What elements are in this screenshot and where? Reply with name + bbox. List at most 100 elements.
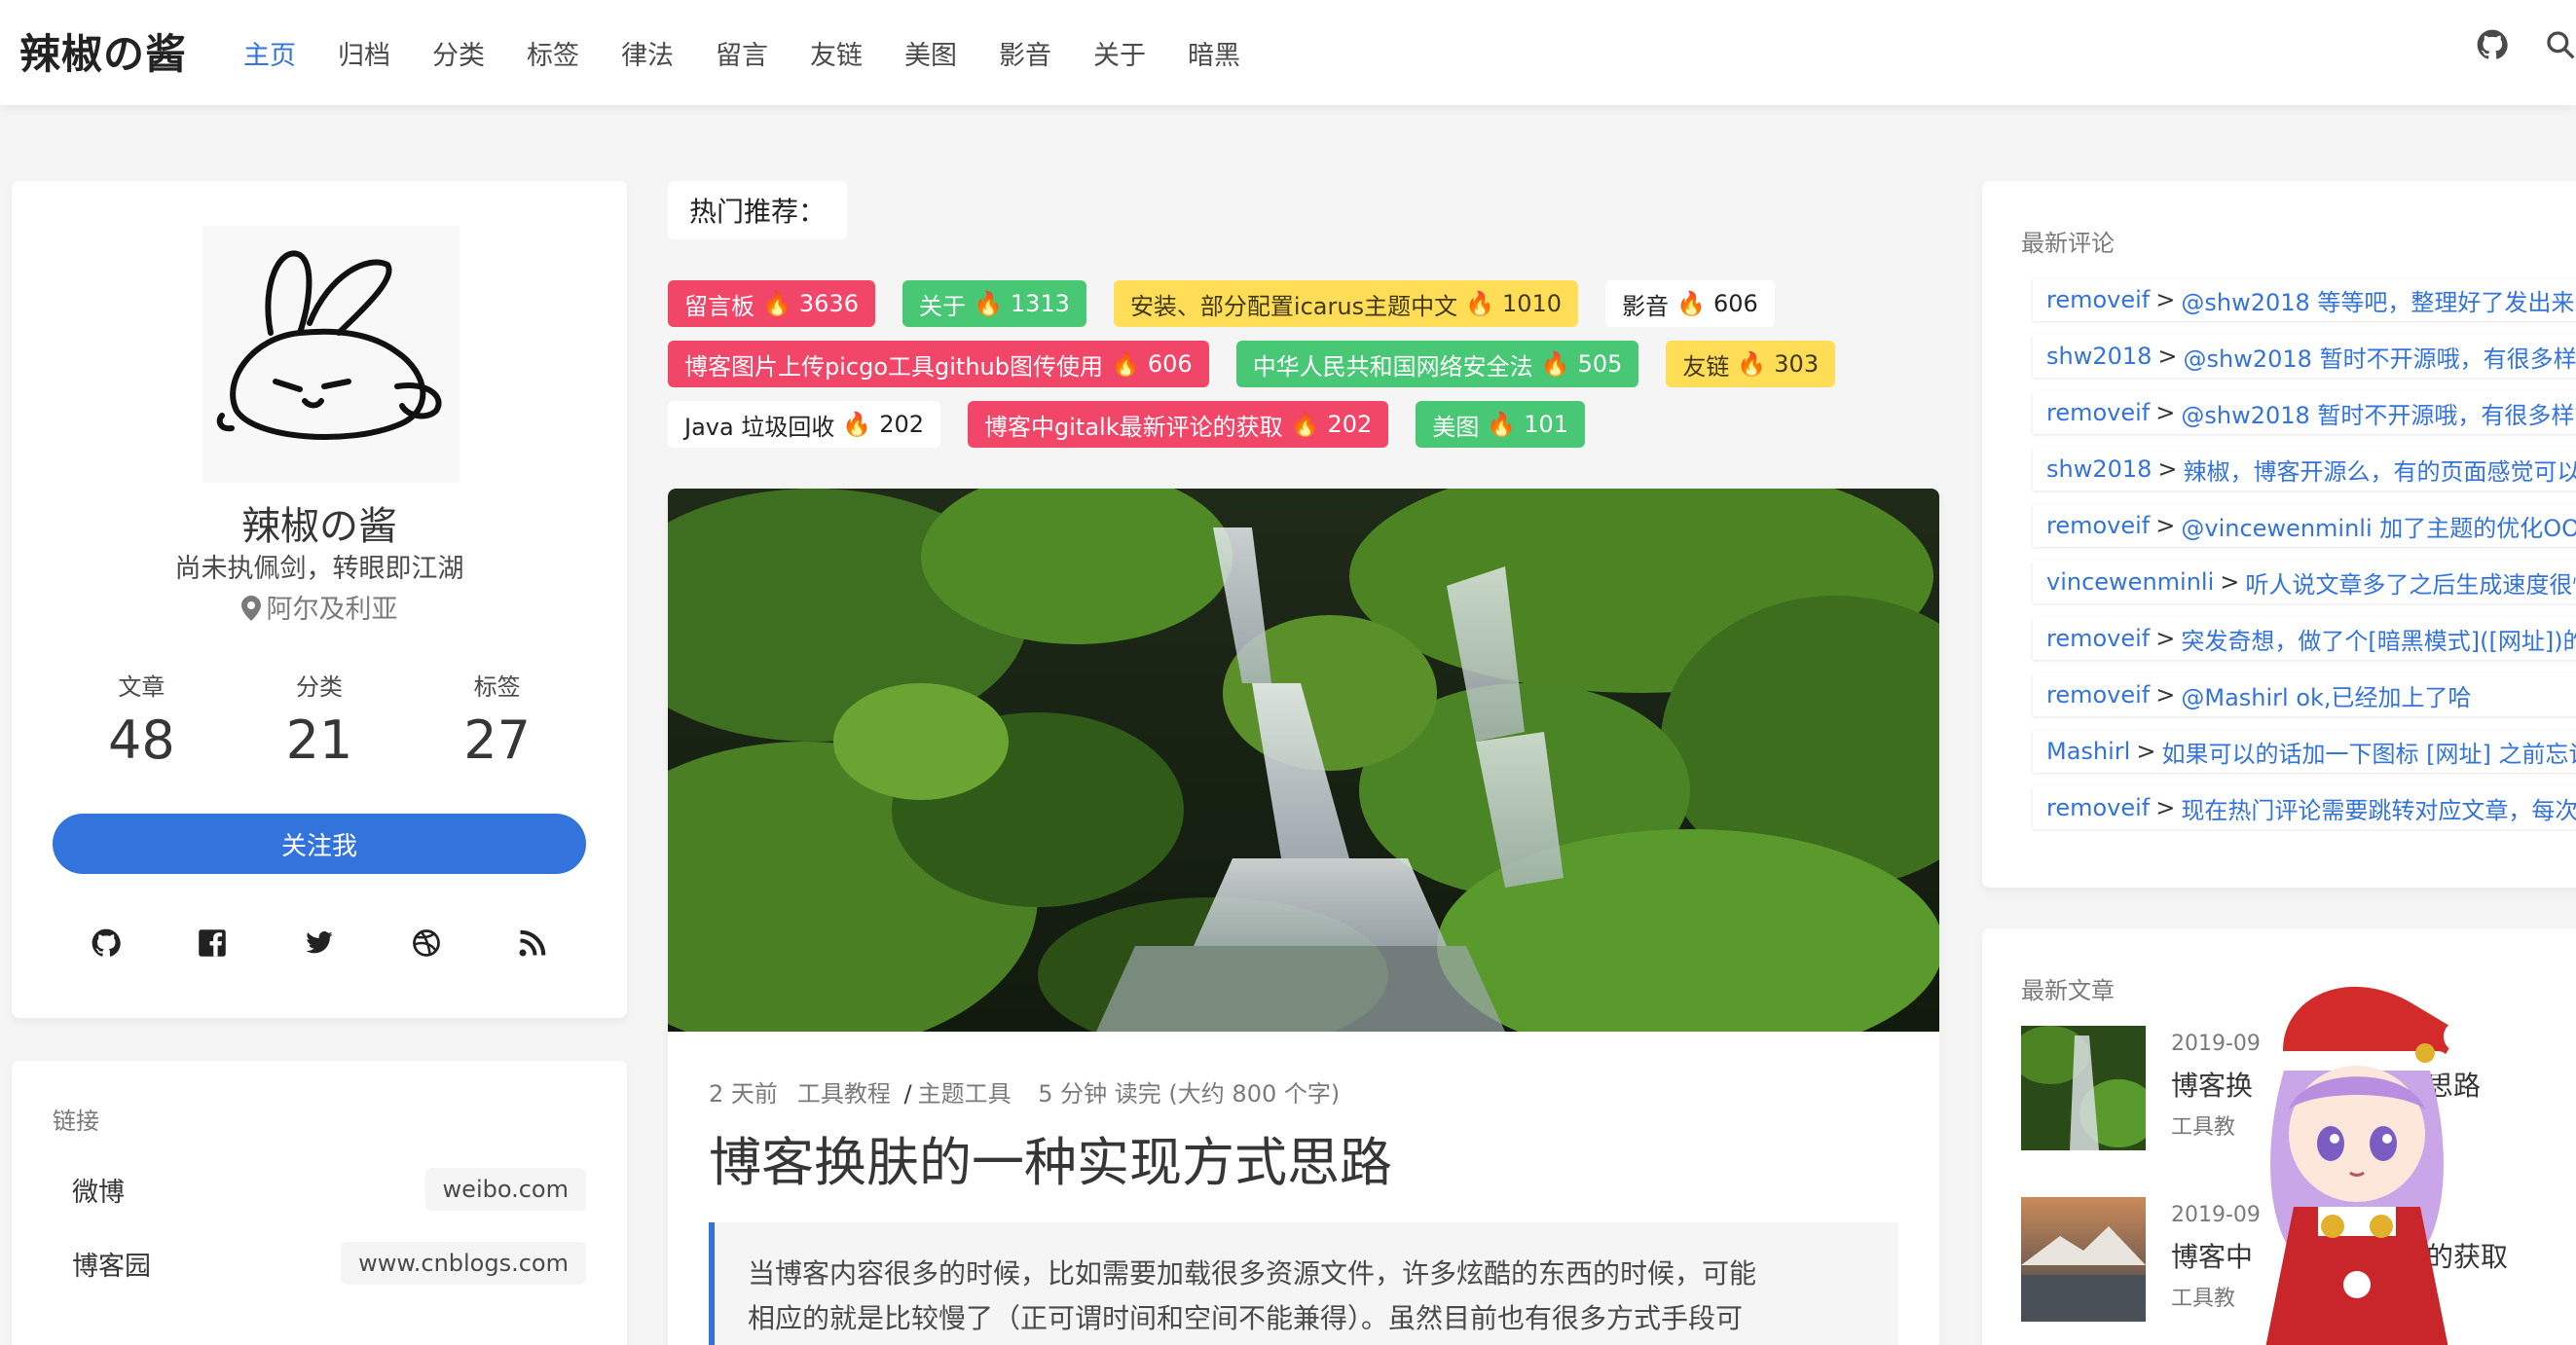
arrow-separator: > <box>2157 343 2178 370</box>
comment-item[interactable]: shw2018 > 辣椒，博客开源么，有的页面感觉可以 <box>2033 448 2576 491</box>
fire-icon: 🔥 <box>1676 290 1706 317</box>
tag-text: 友链 <box>1682 352 1730 381</box>
comment-item[interactable]: vincewenminli > 听人说文章多了之后生成速度很慢 <box>2033 561 2576 603</box>
arrow-separator: > <box>2155 625 2176 652</box>
site-logo[interactable]: 辣椒の酱 <box>19 21 187 81</box>
comment-text[interactable]: @shw2018 暂时不开源哦，有很多样式 <box>2181 396 2576 430</box>
author-stats: 文章 48 分类 21 标签 27 <box>12 668 627 771</box>
comment-user[interactable]: removeif <box>2046 794 2150 821</box>
arrow-separator: > <box>2155 794 2176 821</box>
comment-item[interactable]: removeif > @vincewenminli 加了主题的优化OOM <box>2033 504 2576 547</box>
comment-text[interactable]: @shw2018 暂时不开源哦，有很多样式 <box>2184 340 2576 374</box>
article-title[interactable]: 博客换肤的一种实现方式思路 <box>709 1119 1392 1196</box>
link-item[interactable]: 微博 weibo.com <box>53 1168 586 1211</box>
nav-item[interactable]: 主页 <box>243 34 296 72</box>
comment-item[interactable]: removeif > @Mashirl ok,已经加上了哈 <box>2033 673 2576 716</box>
comment-text[interactable]: 听人说文章多了之后生成速度很慢 <box>2245 565 2576 600</box>
comment-user[interactable]: vincewenminli <box>2046 568 2214 596</box>
rss-icon[interactable] <box>518 928 547 958</box>
tag-text: 博客中gitalk最新评论的获取 <box>984 413 1283 441</box>
twitter-icon[interactable] <box>305 928 334 958</box>
nav-item[interactable]: 关于 <box>1093 34 1146 72</box>
comment-text[interactable]: @Mashirl ok,已经加上了哈 <box>2181 678 2471 712</box>
comment-item[interactable]: removeif > 现在热门评论需要跳转对应文章，每次 <box>2033 786 2576 829</box>
nav-item[interactable]: 影音 <box>999 34 1051 72</box>
hot-tag[interactable]: 留言板 🔥 3636 <box>668 280 875 327</box>
comment-user[interactable]: removeif <box>2046 625 2150 652</box>
recent-title: 最新文章 <box>2021 977 2115 1004</box>
comment-text[interactable]: 辣椒，博客开源么，有的页面感觉可以 <box>2184 453 2576 487</box>
hot-tag[interactable]: 影音 🔥 606 <box>1605 280 1775 327</box>
comment-text[interactable]: 突发奇想，做了个[暗黑模式]([网址])的 <box>2181 622 2576 656</box>
nav-item[interactable]: 律法 <box>621 34 674 72</box>
tag-text: 关于 <box>918 292 966 320</box>
stat-tags[interactable]: 标签 27 <box>420 668 575 771</box>
tag-count: 606 <box>1147 350 1193 378</box>
nav-item[interactable]: 友链 <box>810 34 863 72</box>
links-title: 链接 <box>53 1108 99 1135</box>
fire-icon: 🔥 <box>1290 411 1320 438</box>
comment-item[interactable]: removeif > 突发奇想，做了个[暗黑模式]([网址])的 <box>2033 617 2576 660</box>
stat-articles[interactable]: 文章 48 <box>63 668 219 771</box>
tag-count: 303 <box>1774 350 1820 378</box>
comment-user[interactable]: removeif <box>2046 399 2150 426</box>
author-location: 阿尔及利亚 <box>12 588 627 626</box>
comment-text[interactable]: @vincewenminli 加了主题的优化OOM <box>2181 509 2576 543</box>
comment-user[interactable]: removeif <box>2046 512 2150 539</box>
facebook-icon[interactable] <box>198 928 227 958</box>
follow-button[interactable]: 关注我 <box>53 814 586 874</box>
mascot-character[interactable] <box>2226 963 2488 1345</box>
comments-title: 最新评论 <box>2021 230 2115 257</box>
nav-item[interactable]: 美图 <box>904 34 957 72</box>
link-name: 博客园 <box>72 1251 151 1282</box>
hot-tag[interactable]: Java 垃圾回收 🔥 202 <box>668 401 941 448</box>
comment-text[interactable]: @shw2018 等等吧，整理好了发出来😋 <box>2181 283 2576 317</box>
hot-tag[interactable]: 中华人民共和国网络安全法 🔥 505 <box>1235 341 1639 387</box>
comment-item[interactable]: removeif > @shw2018 等等吧，整理好了发出来😋 <box>2033 278 2576 321</box>
stat-value: 48 <box>107 709 175 771</box>
dribbble-icon[interactable] <box>412 928 441 958</box>
recent-post-thumbnail[interactable] <box>2021 1026 2146 1150</box>
hot-tag[interactable]: 安装、部分配置icarus主题中文 🔥 1010 <box>1113 280 1579 327</box>
comment-text[interactable]: 如果可以的话加一下图标 [网址] 之前忘记 <box>2161 735 2576 769</box>
article-cover-image[interactable] <box>668 489 1939 1032</box>
search-icon[interactable] <box>2545 29 2576 60</box>
nav-item[interactable]: 归档 <box>338 34 390 72</box>
comment-user[interactable]: shw2018 <box>2046 343 2152 370</box>
recent-post-thumbnail[interactable] <box>2021 1197 2146 1322</box>
comment-user[interactable]: removeif <box>2046 681 2150 709</box>
stat-value: 27 <box>463 709 531 771</box>
hot-tag[interactable]: 博客中gitalk最新评论的获取 🔥 202 <box>968 401 1389 448</box>
stat-categories[interactable]: 分类 21 <box>241 668 397 771</box>
tag-row: 留言板 🔥 3636 关于 🔥 1313 安装、部分配置icarus主题中文 🔥 1010 影音 🔥… <box>668 280 1953 327</box>
comment-text[interactable]: 现在热门评论需要跳转对应文章，每次 <box>2181 791 2576 825</box>
comment-item[interactable]: removeif > @shw2018 暂时不开源哦，有很多样式 <box>2033 391 2576 434</box>
link-item[interactable]: 博客园 www.cnblogs.com <box>53 1242 586 1285</box>
article-category[interactable]: 工具教程 <box>797 1080 891 1108</box>
nav-item[interactable]: 标签 <box>527 34 579 72</box>
article-subcategory[interactable]: 主题工具 <box>918 1080 1012 1108</box>
tag-text: 安装、部分配置icarus主题中文 <box>1129 292 1458 320</box>
nav-item[interactable]: 留言 <box>716 34 768 72</box>
tag-text: 博客图片上传picgo工具github图传使用 <box>684 352 1103 381</box>
github-icon[interactable] <box>92 928 121 958</box>
hot-tag[interactable]: 友链 🔥 303 <box>1666 341 1836 387</box>
hot-tag[interactable]: 关于 🔥 1313 <box>902 280 1086 327</box>
nav-item[interactable]: 分类 <box>432 34 485 72</box>
comment-user[interactable]: Mashirl <box>2046 738 2130 765</box>
tag-text: Java 垃圾回收 <box>684 413 835 441</box>
hot-tag[interactable]: 博客图片上传picgo工具github图传使用 🔥 606 <box>668 341 1209 387</box>
hot-tag[interactable]: 美图 🔥 101 <box>1416 401 1586 448</box>
comment-user[interactable]: shw2018 <box>2046 455 2152 483</box>
comment-user[interactable]: removeif <box>2046 286 2150 313</box>
article-meta: 2 天前 工具教程 / 主题工具 5 分钟 读完 (大约 800 个字) <box>709 1074 1359 1109</box>
fire-icon: 🔥 <box>1110 350 1140 378</box>
comment-item[interactable]: shw2018 > @shw2018 暂时不开源哦，有很多样式 <box>2033 335 2576 378</box>
nav-item[interactable]: 暗黑 <box>1188 34 1240 72</box>
tag-count: 1313 <box>1010 290 1070 317</box>
tag-count: 3636 <box>798 290 859 317</box>
fire-icon: 🔥 <box>762 290 791 317</box>
github-icon[interactable] <box>2477 29 2508 60</box>
link-url: weibo.com <box>424 1168 586 1211</box>
comment-item[interactable]: Mashirl > 如果可以的话加一下图标 [网址] 之前忘记 <box>2033 730 2576 773</box>
